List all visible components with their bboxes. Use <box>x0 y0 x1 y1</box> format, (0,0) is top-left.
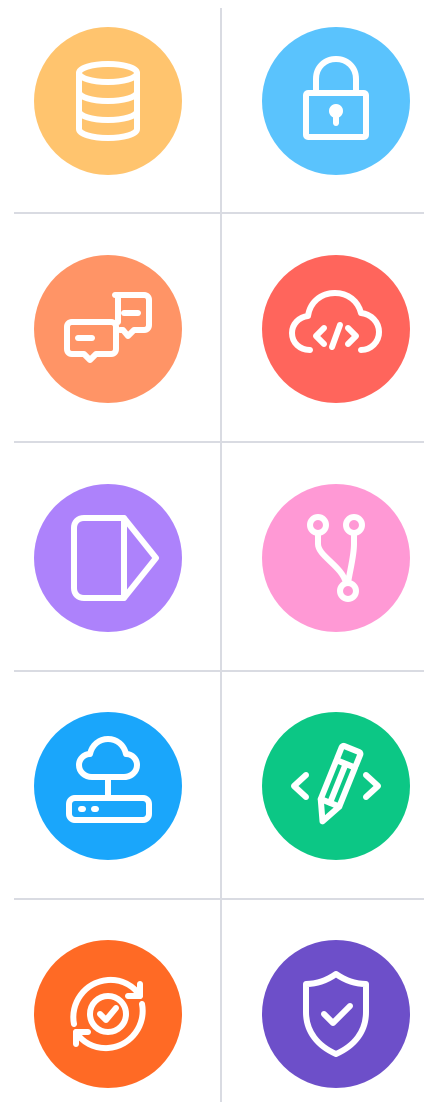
column-divider <box>220 8 222 1102</box>
pencil-code-icon <box>262 712 410 860</box>
shield-check-icon <box>262 940 410 1088</box>
padlock-icon <box>262 27 410 175</box>
row-divider <box>14 898 424 900</box>
cloud-code-icon <box>262 255 410 403</box>
database-icon <box>34 27 182 175</box>
row-divider <box>14 670 424 672</box>
row-divider <box>14 441 424 443</box>
chat-bubbles-icon <box>34 255 182 403</box>
git-branch-icon <box>262 484 410 632</box>
document-tag-icon <box>34 484 182 632</box>
sync-check-icon <box>34 940 182 1088</box>
row-divider <box>14 212 424 214</box>
cloud-server-icon <box>34 712 182 860</box>
